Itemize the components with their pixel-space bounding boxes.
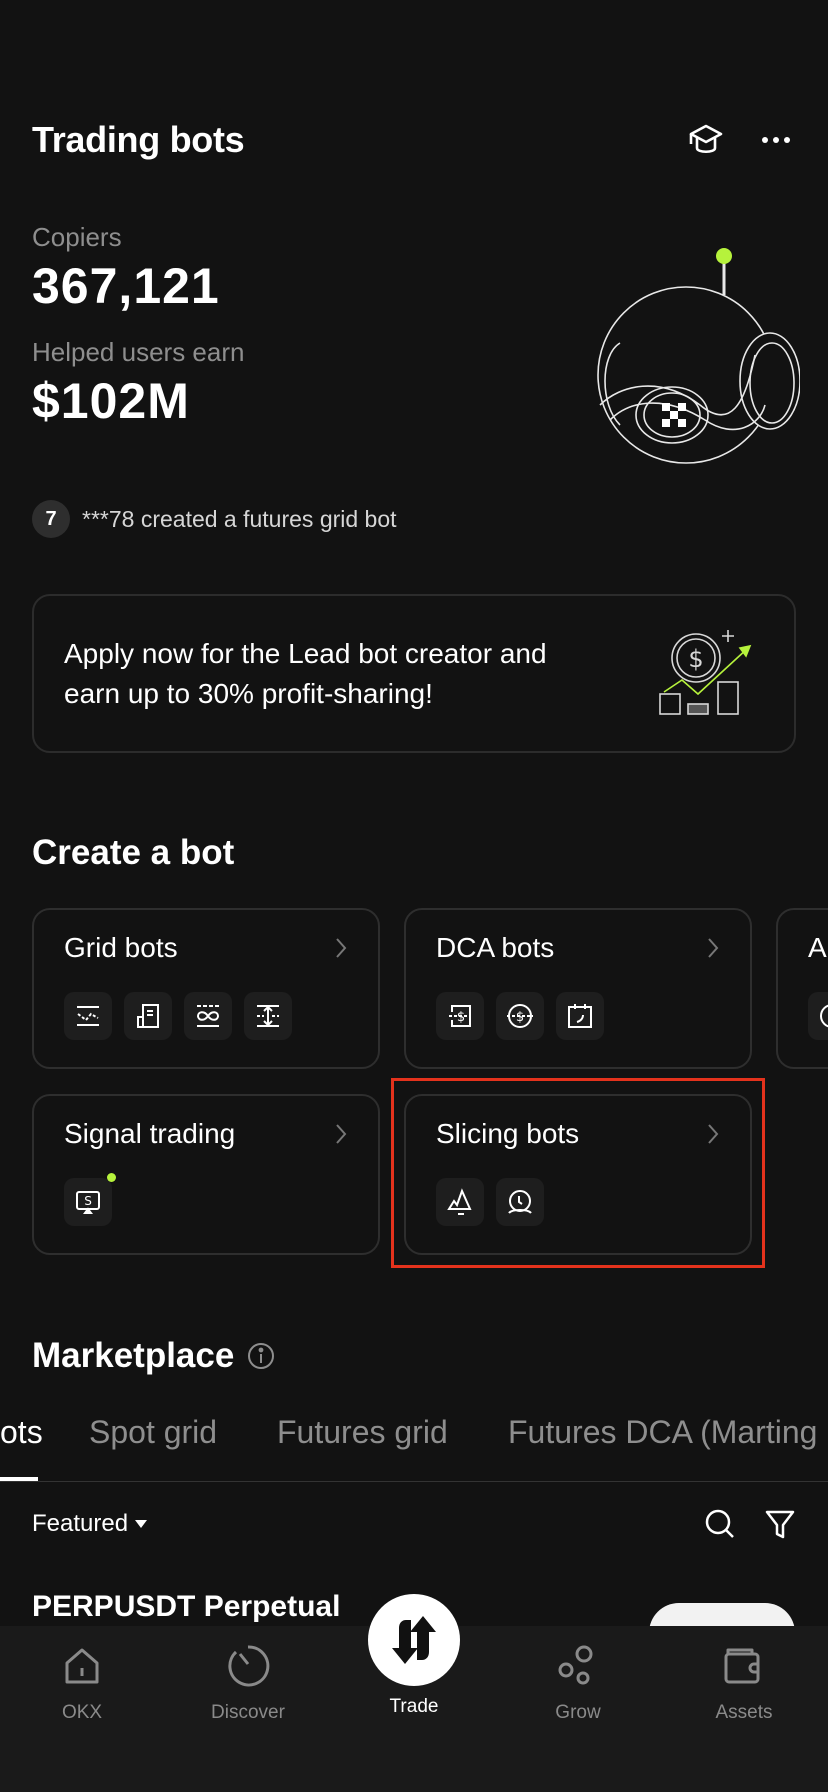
home-icon [65,1648,99,1684]
card-title: DCA bots [436,932,555,963]
sort-label: Featured [32,1510,129,1537]
additional-bots-card[interactable]: A [776,908,828,1069]
more-icon [762,137,790,143]
chevron-right-icon [708,938,719,958]
promo-text: Apply now for the Lead bot creator and e… [64,637,547,709]
grow-icon [558,1645,593,1685]
tab-futures-dca[interactable]: Futures DCA (Marting [508,1414,817,1451]
header: Trading bots [32,118,796,162]
dca-bots-card[interactable]: DCA bots $ $ [404,908,752,1069]
signal-trading-card[interactable]: Signal trading S [32,1094,380,1255]
copiers-value: 367,121 [32,258,220,314]
slicing-bots-card[interactable]: Slicing bots [404,1094,752,1255]
marketplace-title: Marketplace [32,1336,235,1375]
card-title: Signal trading [64,1118,236,1149]
trade-swap-icon [392,1616,436,1664]
learn-button[interactable] [686,120,726,160]
grid-bots-card[interactable]: Grid bots [32,908,380,1069]
signal-screen-icon: S [64,1173,116,1226]
page-title: Trading bots [32,119,245,160]
wallet-icon [724,1648,760,1684]
create-bot-title: Create a bot [32,833,235,872]
filter-icon[interactable] [764,1508,796,1540]
new-indicator-dot [107,1173,116,1182]
grid-line-icon [64,992,112,1040]
nav-discover[interactable]: Discover [188,1642,308,1724]
marketplace-header: Marketplace [32,1336,276,1376]
filter-row: Featured [32,1508,796,1540]
dca-wallet-icon: $ [436,992,484,1040]
document-icon [124,992,172,1040]
nav-grow[interactable]: Grow [518,1642,638,1724]
infinity-grid-icon [184,992,232,1040]
tab-all-bots[interactable]: ots [0,1414,43,1451]
search-icon[interactable] [704,1508,736,1540]
header-actions [686,120,796,160]
marketplace-tabs: ots Spot grid Futures grid Futures DCA (… [0,1408,828,1482]
chevron-right-icon [336,1124,347,1144]
graduation-cap-icon [689,124,723,154]
twap-clock-icon [496,1178,544,1226]
nav-okx[interactable]: OKX [22,1642,142,1724]
stats: Copiers 367,121 Helped users earn $102M [32,222,244,430]
lead-creator-banner[interactable]: Apply now for the Lead bot creator and e… [32,594,796,753]
card-title: Grid bots [64,932,178,963]
clock-icon [808,992,828,1040]
nav-label: Grow [555,1702,601,1723]
calendar-icon [556,992,604,1040]
earn-label: Helped users earn [32,337,245,367]
card-title: Slicing bots [436,1118,580,1149]
copiers-label: Copiers [32,222,122,252]
activity-badge: 7 [32,500,70,538]
chevron-right-icon [708,1124,719,1144]
info-icon[interactable] [246,1341,276,1371]
activity-ticker: 7 ***78 created a futures grid bot [32,500,397,538]
earn-value: $102M [32,373,190,429]
nav-label-trade: Trade [389,1696,439,1717]
caret-down-icon [135,1520,148,1528]
nav-trade[interactable] [368,1594,460,1686]
robot-illustration [597,248,800,464]
dca-coin-icon: $ [496,992,544,1040]
nav-label: OKX [61,1702,103,1723]
nav-label: Discover [211,1702,285,1723]
activity-text: ***78 created a futures grid bot [82,505,397,532]
tab-spot-grid[interactable]: Spot grid [89,1414,217,1451]
range-grid-icon [244,992,292,1040]
svg-text:$: $ [516,1010,524,1025]
svg-text:$: $ [457,1010,465,1025]
more-button[interactable] [756,120,796,160]
nav-label: Assets [715,1702,773,1723]
iceberg-icon [436,1178,484,1226]
tab-futures-grid[interactable]: Futures grid [277,1414,448,1451]
svg-text:S: S [84,1194,92,1208]
nav-assets[interactable]: Assets [684,1642,804,1724]
profit-chart-icon: $ [659,629,752,715]
svg-text:$: $ [688,645,703,673]
card-title: A [808,932,827,963]
discover-icon [228,1645,270,1687]
active-tab-indicator [0,1477,38,1481]
sort-dropdown[interactable]: Featured [32,1510,148,1538]
chevron-right-icon [336,938,347,958]
bot-list-item-title[interactable]: PERPUSDT Perpetual [32,1590,340,1624]
